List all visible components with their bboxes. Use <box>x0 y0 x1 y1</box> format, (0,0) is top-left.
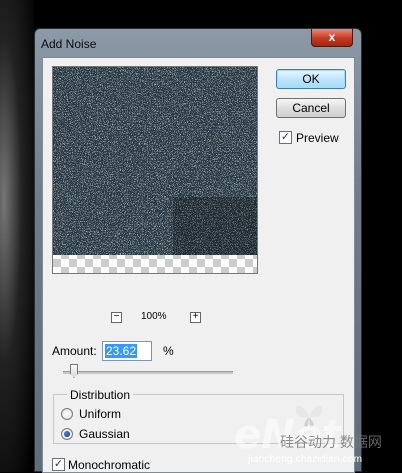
watermark-url: jiaocheng.chazidian.com <box>248 454 363 465</box>
amount-slider-thumb[interactable] <box>70 364 78 378</box>
gaussian-radio[interactable] <box>61 428 73 440</box>
amount-unit: % <box>163 344 174 358</box>
amount-slider-track[interactable] <box>63 371 233 374</box>
preview-pane[interactable] <box>52 66 258 274</box>
title-bar[interactable]: Add Noise x <box>35 29 361 55</box>
site-watermark: eNet 硅谷动力 数据网 jiaocheng.chazidian.com <box>230 398 402 472</box>
amount-label: Amount: <box>52 344 97 358</box>
background-image <box>0 0 34 472</box>
monochromatic-label: Monochromatic <box>68 458 151 472</box>
zoom-out-button[interactable]: − <box>111 312 122 323</box>
dialog-title: Add Noise <box>41 37 97 51</box>
amount-input[interactable]: 23.62 <box>102 341 152 361</box>
zoom-level: 100% <box>141 311 167 322</box>
uniform-label: Uniform <box>79 407 122 421</box>
gaussian-label: Gaussian <box>79 427 130 441</box>
uniform-radio[interactable] <box>61 408 73 420</box>
preview-checkbox[interactable]: ✓ <box>279 131 292 144</box>
zoom-in-button[interactable]: + <box>190 312 201 323</box>
ok-button[interactable]: OK <box>276 69 346 89</box>
preview-checkbox-label: Preview <box>296 131 339 145</box>
cancel-button[interactable]: Cancel <box>276 98 346 118</box>
distribution-title: Distribution <box>67 388 134 402</box>
watermark-text: 硅谷动力 数据网 <box>280 434 382 450</box>
monochromatic-checkbox[interactable]: ✓ <box>52 458 65 471</box>
noise-preview-image <box>53 67 257 273</box>
amount-value: 23.62 <box>105 344 138 358</box>
close-button[interactable]: x <box>311 29 353 47</box>
